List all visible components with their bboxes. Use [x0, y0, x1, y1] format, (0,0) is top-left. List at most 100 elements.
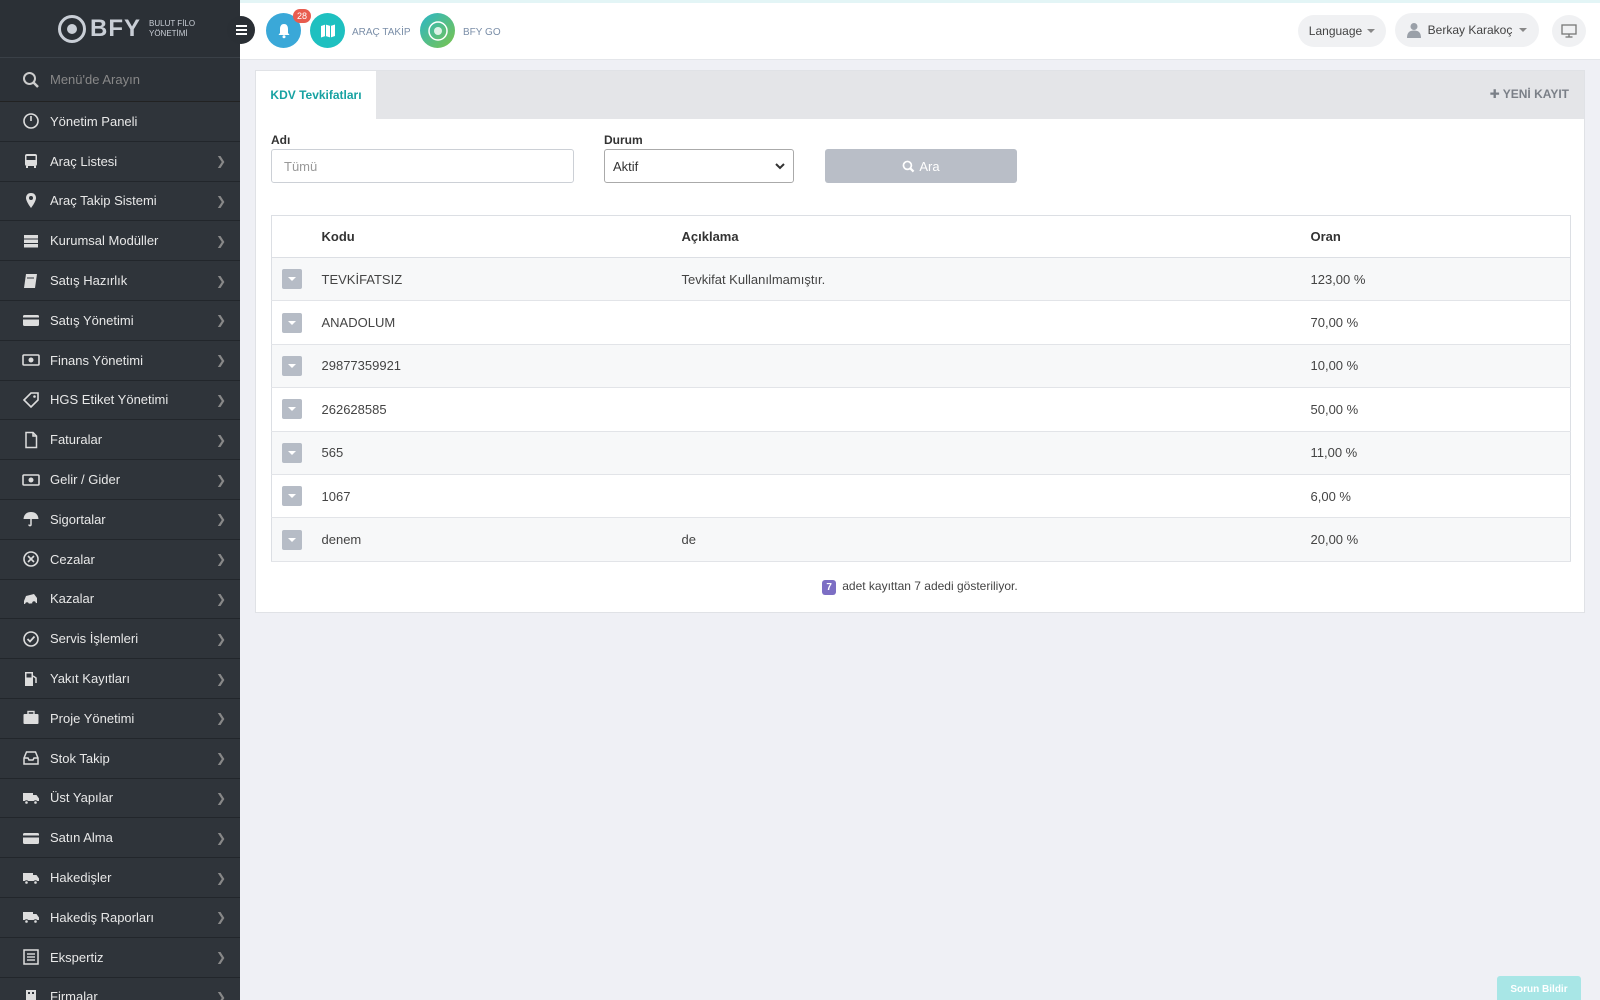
chevron-right-icon: ❯ — [215, 830, 226, 845]
sidebar-item-yak-t-kay-tlar[interactable]: Yakıt Kayıtları ❯ — [0, 659, 240, 699]
sidebar-item-sat-n-alma[interactable]: Satın Alma ❯ — [0, 818, 240, 859]
cell-aciklama — [681, 474, 1311, 519]
display-toggle-button[interactable] — [1552, 15, 1586, 47]
new-record-button[interactable]: ✚ YENİ KAYIT — [1490, 87, 1569, 101]
tab-kdv-tevkifatlari[interactable]: KDV Tevkifatları — [256, 71, 376, 119]
cell-aciklama: Tevkifat Kullanılmamıştır. — [681, 257, 1311, 302]
record-count-badge: 7 — [822, 580, 836, 595]
row-expand-button[interactable] — [282, 312, 302, 333]
truck-icon — [22, 789, 40, 807]
column-header-aciklama[interactable]: Açıklama — [681, 215, 1311, 258]
chevron-down-icon — [288, 363, 296, 368]
sidebar-item-cezalar[interactable]: Cezalar ❯ — [0, 539, 240, 580]
cell-kodu: 1067 — [321, 474, 682, 519]
brand-header[interactable]: BFY BULUT FİLO YÖNETİMİ — [0, 0, 240, 58]
sidebar-item-label: Üst Yapılar — [50, 790, 114, 806]
user-name: Berkay Karakoç — [1427, 23, 1513, 37]
sidebar-item-gelir-gider[interactable]: Gelir / Gider ❯ — [0, 460, 240, 500]
table-footer-info: 7 adet kayıttan 7 adedi gösteriliyor. — [256, 579, 1584, 595]
table-row[interactable]: 29877359921 10,00 % — [271, 344, 1571, 389]
sidebar-item-ara-listesi[interactable]: Araç Listesi ❯ — [0, 141, 240, 182]
arac-takip-label[interactable]: ARAÇ TAKİP — [352, 27, 411, 38]
cell-aciklama: de — [681, 517, 1311, 562]
chevron-right-icon: ❯ — [215, 671, 226, 686]
truck-icon — [22, 908, 40, 926]
tag-icon — [22, 391, 40, 409]
chevron-right-icon: ❯ — [215, 591, 226, 606]
row-expand-cell — [271, 344, 322, 389]
row-expand-button[interactable] — [282, 399, 302, 420]
gas-pump-icon — [22, 670, 40, 688]
sidebar-item-y-netim-paneli[interactable]: Yönetim Paneli — [0, 102, 240, 142]
row-expand-button[interactable] — [282, 529, 302, 550]
sidebar-item-label: Finans Yönetimi — [50, 352, 143, 368]
menu-search-input[interactable]: Menü'de Arayın — [50, 72, 140, 87]
sidebar-item-servis-i-lemleri[interactable]: Servis İşlemleri ❯ — [0, 619, 240, 660]
menu-toggle-button[interactable] — [227, 16, 255, 44]
report-issue-button[interactable]: Sorun Bildir — [1497, 976, 1581, 1000]
bfy-go-button[interactable] — [420, 13, 455, 48]
sidebar-item-stok-takip[interactable]: Stok Takip ❯ — [0, 738, 240, 779]
sidebar-item-hakedi-ler[interactable]: Hakedişler ❯ — [0, 858, 240, 898]
table-row[interactable]: denem de 20,00 % — [271, 517, 1571, 562]
user-menu[interactable]: Berkay Karakoç — [1395, 13, 1539, 47]
umbrella-icon — [22, 510, 40, 528]
sidebar-item-sat-y-netimi[interactable]: Satış Yönetimi ❯ — [0, 300, 240, 341]
sidebar-item-proje-y-netimi[interactable]: Proje Yönetimi ❯ — [0, 698, 240, 739]
sidebar-item-sigortalar[interactable]: Sigortalar ❯ — [0, 499, 240, 540]
search-button[interactable]: Ara — [825, 149, 1017, 183]
sidebar-item-ekspertiz[interactable]: Ekspertiz ❯ — [0, 937, 240, 978]
table-row[interactable]: TEVKİFATSIZ Tevkifat Kullanılmamıştır. 123… — [271, 257, 1571, 302]
times-circle-icon — [22, 550, 40, 568]
server-icon — [22, 232, 40, 250]
hamburger-icon — [235, 29, 247, 31]
row-expand-cell — [271, 257, 322, 302]
column-header-kodu[interactable]: Kodu — [321, 215, 682, 258]
name-filter-input[interactable]: Tümü — [271, 149, 574, 183]
row-expand-button[interactable] — [282, 486, 302, 507]
sidebar-item-firmalar[interactable]: Firmalar ❯ — [0, 977, 240, 1000]
table-header-expand — [271, 215, 322, 258]
table-row[interactable]: 262628585 50,00 % — [271, 387, 1571, 432]
building-icon — [22, 988, 40, 1000]
sidebar-item-label: Ekspertiz — [50, 949, 104, 965]
row-expand-button[interactable] — [282, 269, 302, 290]
status-filter-value: Aktif — [613, 158, 639, 174]
language-dropdown[interactable]: Language — [1298, 15, 1386, 47]
row-expand-button[interactable] — [282, 355, 302, 376]
chevron-down-icon — [288, 277, 296, 282]
chevron-down-icon — [288, 537, 296, 542]
sidebar-item-kazalar[interactable]: Kazalar ❯ — [0, 579, 240, 620]
table-row[interactable]: 1067 6,00 % — [271, 474, 1571, 519]
menu-search[interactable]: Menü'de Arayın — [0, 58, 240, 102]
record-count-text: adet kayıttan 7 adedi gösteriliyor. — [842, 579, 1018, 593]
cell-kodu: 29877359921 — [321, 344, 682, 389]
table-row[interactable]: ANADOLUM 70,00 % — [271, 300, 1571, 345]
sidebar-item-hakedi-raporlar[interactable]: Hakediş Raporları ❯ — [0, 897, 240, 938]
chevron-down-icon — [288, 320, 296, 325]
sidebar-item-faturalar[interactable]: Faturalar ❯ — [0, 420, 240, 461]
status-filter-select[interactable]: Aktif — [604, 149, 794, 183]
sidebar-item-st-yap-lar[interactable]: Üst Yapılar ❯ — [0, 778, 240, 819]
sidebar-item-finans-y-netimi[interactable]: Finans Yönetimi ❯ — [0, 340, 240, 381]
table-row[interactable]: 565 11,00 % — [271, 431, 1571, 475]
sidebar-item-kurumsal-mod-ller[interactable]: Kurumsal Modüller ❯ — [0, 221, 240, 262]
chevron-down-icon — [1519, 28, 1528, 32]
plus-icon: ✚ — [1489, 87, 1500, 101]
cell-oran: 50,00 % — [1310, 387, 1571, 432]
arac-takip-button[interactable] — [310, 13, 345, 48]
notifications-button[interactable]: 28 — [266, 9, 311, 48]
sidebar-menu: Yönetim Paneli Araç Listesi ❯ Araç Takip Si… — [0, 102, 240, 1000]
cell-aciklama — [681, 300, 1311, 345]
bfy-go-label[interactable]: BFY GO — [463, 27, 501, 38]
sidebar-item-hgs-etiket-y-netimi[interactable]: HGS Etiket Yönetimi ❯ — [0, 380, 240, 421]
panel-tabs: KDV Tevkifatları ✚ YENİ KAYIT — [256, 71, 1584, 119]
row-expand-button[interactable] — [282, 442, 302, 463]
row-expand-cell — [271, 431, 322, 475]
column-header-oran[interactable]: Oran — [1310, 215, 1571, 258]
sidebar-item-ara-takip-sistemi[interactable]: Araç Takip Sistemi ❯ — [0, 181, 240, 222]
credit-card-icon — [22, 311, 40, 329]
sidebar-item-sat-haz-rl-k[interactable]: Satış Hazırlık ❯ — [0, 261, 240, 301]
table-header-row: Kodu Açıklama Oran — [271, 215, 1571, 258]
row-expand-cell — [271, 387, 322, 432]
